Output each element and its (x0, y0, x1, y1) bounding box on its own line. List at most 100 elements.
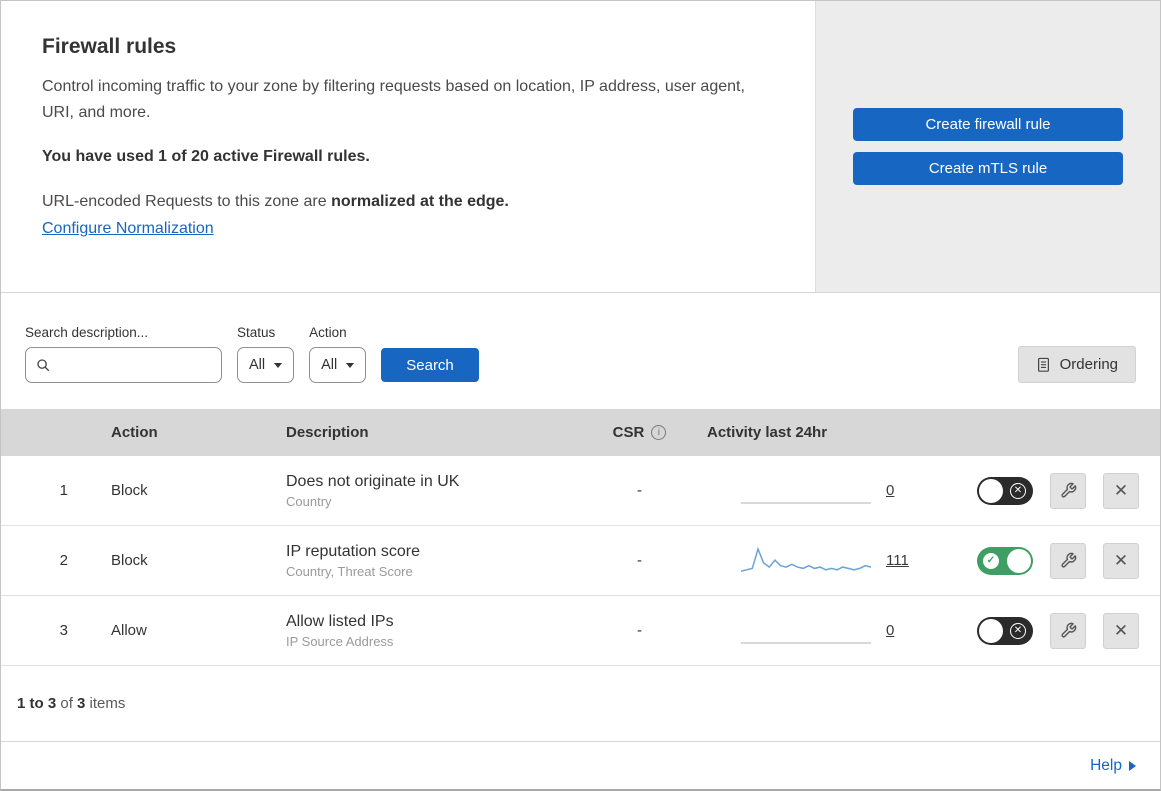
activity-count-link[interactable]: 0 (886, 622, 900, 639)
rule-action: Block (111, 552, 148, 569)
search-button[interactable]: Search (381, 348, 479, 382)
rule-criteria: Country (286, 493, 332, 509)
help-link[interactable]: Help (1090, 757, 1136, 775)
header-actions-panel: Create firewall rule Create mTLS rule (815, 1, 1160, 292)
search-icon (36, 358, 51, 373)
search-input-box[interactable] (25, 347, 222, 383)
x-circle-icon: ✕ (1010, 622, 1026, 639)
status-select-value: All (249, 357, 266, 373)
wrench-icon (1060, 622, 1077, 639)
rule-description-cell: Allow listed IPs IP Source Address (266, 613, 592, 649)
info-icon[interactable]: i (651, 425, 667, 440)
create-mtls-rule-button[interactable]: Create mTLS rule (853, 152, 1123, 185)
rule-controls: ✓ ✕ ✕ (902, 472, 1160, 509)
rule-priority: 2 (59, 552, 68, 569)
normalization-bold: normalized at the edge. (331, 192, 509, 210)
table-row: 3 Allow Allow listed IPs IP Source Addre… (1, 596, 1160, 666)
edit-rule-button[interactable] (1050, 542, 1086, 579)
arrow-right-icon (1129, 760, 1136, 771)
toggle-knob (979, 618, 1003, 643)
pagination-items: items (85, 695, 126, 712)
rule-activity-cell: 0 (687, 474, 902, 508)
rule-criteria: IP Source Address (286, 633, 394, 649)
x-icon: ✕ (1113, 550, 1129, 570)
check-icon: ✓ (983, 552, 999, 569)
rule-csr-value: - (637, 622, 642, 639)
activity-sparkline (741, 544, 871, 578)
status-filter-group: Status All (237, 325, 295, 383)
list-document-icon (1036, 357, 1051, 373)
activity-sparkline (741, 474, 871, 508)
status-label: Status (237, 325, 276, 340)
firewall-rules-page: Firewall rules Control incoming traffic … (0, 0, 1161, 791)
activity-count-link[interactable]: 0 (886, 482, 900, 499)
rule-description-cell: IP reputation score Country, Threat Scor… (266, 543, 592, 579)
rule-enabled-toggle[interactable]: ✓ ✕ (977, 476, 1033, 505)
rule-activity-cell: 0 (687, 614, 902, 648)
action-select-value: All (321, 357, 338, 373)
rule-activity-cell: 111 (687, 544, 909, 578)
rule-description: IP reputation score (286, 542, 421, 560)
pagination-range: 1 to 3 (17, 695, 57, 712)
action-filter-group: Action All (309, 325, 367, 383)
rule-enabled-toggle[interactable]: ✓ ✕ (977, 616, 1033, 645)
edit-rule-button[interactable] (1050, 472, 1086, 509)
header-action-column: Action (111, 424, 158, 441)
activity-sparkline (741, 614, 871, 648)
rule-priority: 1 (59, 482, 68, 499)
x-icon: ✕ (1113, 620, 1129, 640)
rule-description: Allow listed IPs (286, 612, 394, 630)
wrench-icon (1060, 482, 1077, 499)
header-description-column: Description (286, 424, 369, 441)
pagination-of: of (56, 695, 78, 712)
delete-rule-button[interactable]: ✕ (1103, 612, 1139, 649)
x-circle-icon: ✕ (1010, 482, 1026, 499)
toggle-knob (979, 478, 1003, 503)
toggle-knob (1007, 548, 1031, 573)
csr-header-label: CSR (612, 424, 645, 441)
x-icon: ✕ (1113, 480, 1129, 500)
action-select[interactable]: All (309, 347, 367, 383)
ordering-button[interactable]: Ordering (1017, 346, 1136, 383)
help-bar: Help (1, 742, 1160, 789)
activity-count-link[interactable]: 111 (886, 552, 909, 569)
configure-normalization-link[interactable]: Configure Normalization (42, 220, 214, 237)
create-firewall-rule-button[interactable]: Create firewall rule (853, 108, 1123, 141)
wrench-icon (1060, 552, 1077, 569)
delete-rule-button[interactable]: ✕ (1103, 542, 1139, 579)
rule-description-cell: Does not originate in UK Country (266, 473, 592, 509)
search-input[interactable] (58, 356, 211, 374)
page-description: Control incoming traffic to your zone by… (42, 78, 745, 121)
filter-bar: Search description... Status All Action … (1, 293, 1160, 409)
ordering-button-label: Ordering (1059, 356, 1118, 373)
table-row: 2 Block IP reputation score Country, Thr… (1, 526, 1160, 596)
edit-rule-button[interactable] (1050, 612, 1086, 649)
rule-description: Does not originate in UK (286, 472, 460, 490)
chevron-down-icon (274, 362, 283, 368)
header-text-block: Firewall rules Control incoming traffic … (1, 1, 815, 292)
rule-action: Block (111, 482, 148, 499)
usage-summary: You have used 1 of 20 active Firewall ru… (42, 147, 370, 165)
rule-controls: ✓ ✕ ✕ (902, 542, 1160, 579)
page-header: Firewall rules Control incoming traffic … (1, 1, 1160, 293)
status-select[interactable]: All (237, 347, 295, 383)
rule-enabled-toggle[interactable]: ✓ ✕ (977, 546, 1033, 575)
normalization-prefix: URL-encoded Requests to this zone are (42, 192, 332, 210)
table-row: 1 Block Does not originate in UK Country… (1, 456, 1160, 526)
search-label: Search description... (25, 325, 149, 340)
action-label: Action (309, 325, 347, 340)
table-header-row: Action Description CSR i Activity last 2… (1, 409, 1160, 456)
normalization-note: URL-encoded Requests to this zone are no… (42, 193, 771, 211)
rule-criteria: Country, Threat Score (286, 563, 413, 579)
search-filter-group: Search description... (25, 325, 222, 383)
page-title: Firewall rules (42, 35, 177, 58)
chevron-down-icon (346, 362, 355, 368)
header-activity-column: Activity last 24hr (707, 424, 828, 441)
rule-priority: 3 (59, 622, 68, 639)
rule-action: Allow (111, 622, 147, 639)
delete-rule-button[interactable]: ✕ (1103, 472, 1139, 509)
rule-csr-value: - (637, 482, 642, 499)
pagination-total: 3 (77, 695, 86, 712)
rule-csr-value: - (637, 552, 642, 569)
rule-controls: ✓ ✕ ✕ (902, 612, 1160, 649)
